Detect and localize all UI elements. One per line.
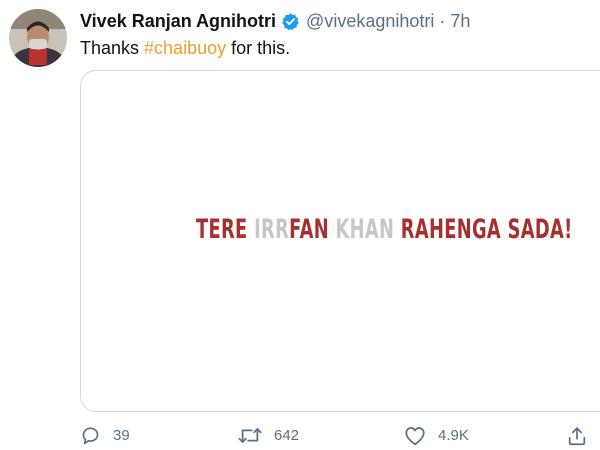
media-text-part: KHAN [335, 214, 401, 245]
header-separator: · [439, 10, 446, 31]
media-text-part: IRR [254, 214, 290, 245]
tweet-text-after: for this. [226, 38, 291, 58]
like-button[interactable]: 4.9K [404, 425, 469, 446]
media-text-part: TERE [196, 214, 255, 245]
reply-count: 39 [113, 427, 130, 444]
tweet-text-before: Thanks [80, 38, 145, 58]
retweet-count: 642 [274, 427, 300, 444]
author-name[interactable]: Vivek Ranjan Agnihotri [80, 11, 276, 32]
author-handle[interactable]: @vivekagnihotri [306, 11, 434, 32]
tweet-text: Thanks #chaibuoy for this. [80, 36, 290, 60]
media-text-part: RAHENGA SADA! [400, 214, 573, 245]
retweet-button[interactable]: 642 [238, 425, 299, 446]
reply-icon [80, 425, 101, 446]
share-icon [566, 425, 588, 447]
heart-icon [404, 425, 426, 446]
avatar[interactable] [9, 9, 67, 67]
hashtag-link[interactable]: #chaibuoy [144, 38, 226, 58]
reply-button[interactable]: 39 [80, 425, 130, 446]
like-count: 4.9K [438, 427, 469, 444]
tweet-actions: 39 642 4.9K [0, 425, 600, 449]
media-image-text: TERE IRRFAN KHAN RAHENGA SADA! [196, 214, 573, 246]
verified-badge-icon [281, 12, 300, 31]
media-text-part: FAN [289, 214, 336, 245]
share-button[interactable] [566, 425, 588, 447]
retweet-icon [238, 425, 262, 446]
tweet-header: Vivek Ranjan Agnihotri @vivekagnihotri ·… [80, 9, 470, 33]
tweet-timestamp[interactable]: 7h [450, 11, 470, 32]
